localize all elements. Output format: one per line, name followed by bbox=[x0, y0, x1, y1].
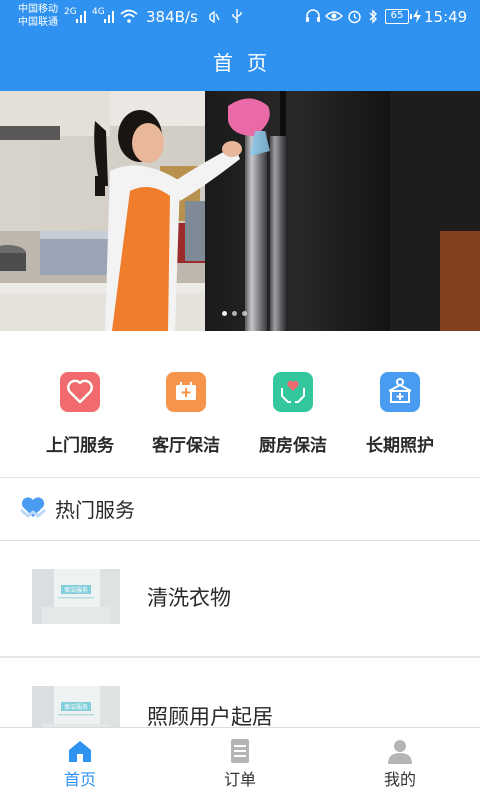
carrier-1: 中国移动 bbox=[18, 4, 58, 15]
silent-icon bbox=[209, 10, 220, 24]
heart-icon bbox=[60, 372, 100, 412]
bluetooth-icon bbox=[369, 9, 377, 24]
service-item[interactable]: 保洁服务 照顾用户起居 bbox=[0, 658, 480, 727]
user-icon bbox=[388, 740, 412, 764]
service-thumbnail: 保洁服务 bbox=[32, 686, 120, 727]
quick-service-kitchen[interactable]: 厨房保洁 bbox=[233, 372, 353, 468]
service-name: 照顾用户起居 bbox=[147, 705, 273, 727]
clock: 15:49 bbox=[424, 8, 468, 26]
document-icon bbox=[231, 739, 249, 763]
network-type-1: 2G bbox=[64, 7, 77, 17]
carousel-dot[interactable] bbox=[242, 311, 247, 316]
app-header: 首页 bbox=[0, 36, 480, 91]
banner-carousel[interactable] bbox=[0, 91, 480, 331]
tab-label: 订单 bbox=[223, 770, 256, 789]
usb-icon bbox=[232, 9, 242, 23]
headphones-icon bbox=[306, 9, 320, 22]
quick-services: 上门服务 客厅保洁 厨房保洁 长期照护 bbox=[0, 342, 480, 478]
status-bar: 中国移动 中国联通 2G 4G 384B/s 65 15:49 bbox=[0, 0, 480, 36]
quick-service-living-room[interactable]: 客厅保洁 bbox=[126, 372, 246, 468]
network-type-2: 4G bbox=[92, 7, 105, 17]
battery-indicator: 65 bbox=[385, 9, 412, 24]
hospital-icon bbox=[380, 372, 420, 412]
network-speed: 384B/s bbox=[146, 8, 198, 26]
carousel-dots bbox=[222, 311, 247, 316]
tab-profile[interactable]: 我的 bbox=[320, 728, 480, 800]
thumbnail-caption: 保洁服务 bbox=[64, 703, 88, 711]
service-item[interactable]: 保洁服务 清洗衣物 bbox=[0, 541, 480, 658]
carrier-info: 中国移动 中国联通 bbox=[18, 3, 58, 29]
handshake-heart-icon bbox=[20, 497, 46, 518]
tab-orders[interactable]: 订单 bbox=[160, 728, 320, 800]
eye-icon bbox=[325, 11, 343, 21]
home-icon bbox=[69, 741, 91, 762]
thumbnail-caption: 保洁服务 bbox=[64, 586, 88, 594]
banner-image bbox=[0, 91, 480, 331]
hot-services-header: 热门服务 bbox=[0, 479, 480, 541]
service-thumbnail: 保洁服务 bbox=[32, 569, 120, 624]
signal-1-icon bbox=[76, 11, 86, 23]
quick-service-label: 上门服务 bbox=[46, 436, 114, 456]
tab-label: 我的 bbox=[383, 770, 416, 789]
quick-service-home-visit[interactable]: 上门服务 bbox=[20, 372, 140, 468]
first-aid-kit-icon bbox=[166, 372, 206, 412]
quick-service-label: 厨房保洁 bbox=[259, 436, 327, 456]
carrier-2: 中国联通 bbox=[18, 17, 58, 28]
tab-label: 首页 bbox=[63, 770, 96, 789]
page-title: 首页 bbox=[213, 51, 281, 75]
signal-2-icon bbox=[104, 11, 114, 23]
quick-service-label: 客厅保洁 bbox=[152, 436, 220, 456]
service-name: 清洗衣物 bbox=[147, 586, 231, 610]
tab-home[interactable]: 首页 bbox=[0, 728, 160, 800]
charging-icon bbox=[413, 9, 421, 23]
carousel-dot[interactable] bbox=[232, 311, 237, 316]
bottom-tab-bar: 首页 订单 我的 bbox=[0, 727, 480, 800]
section-title: 热门服务 bbox=[55, 498, 135, 522]
carousel-dot-active[interactable] bbox=[222, 311, 227, 316]
heart-in-hands-icon bbox=[273, 372, 313, 412]
alarm-icon bbox=[348, 10, 361, 24]
wifi-icon bbox=[120, 9, 138, 23]
quick-service-long-term-care[interactable]: 长期照护 bbox=[340, 372, 460, 468]
quick-service-label: 长期照护 bbox=[366, 436, 434, 456]
